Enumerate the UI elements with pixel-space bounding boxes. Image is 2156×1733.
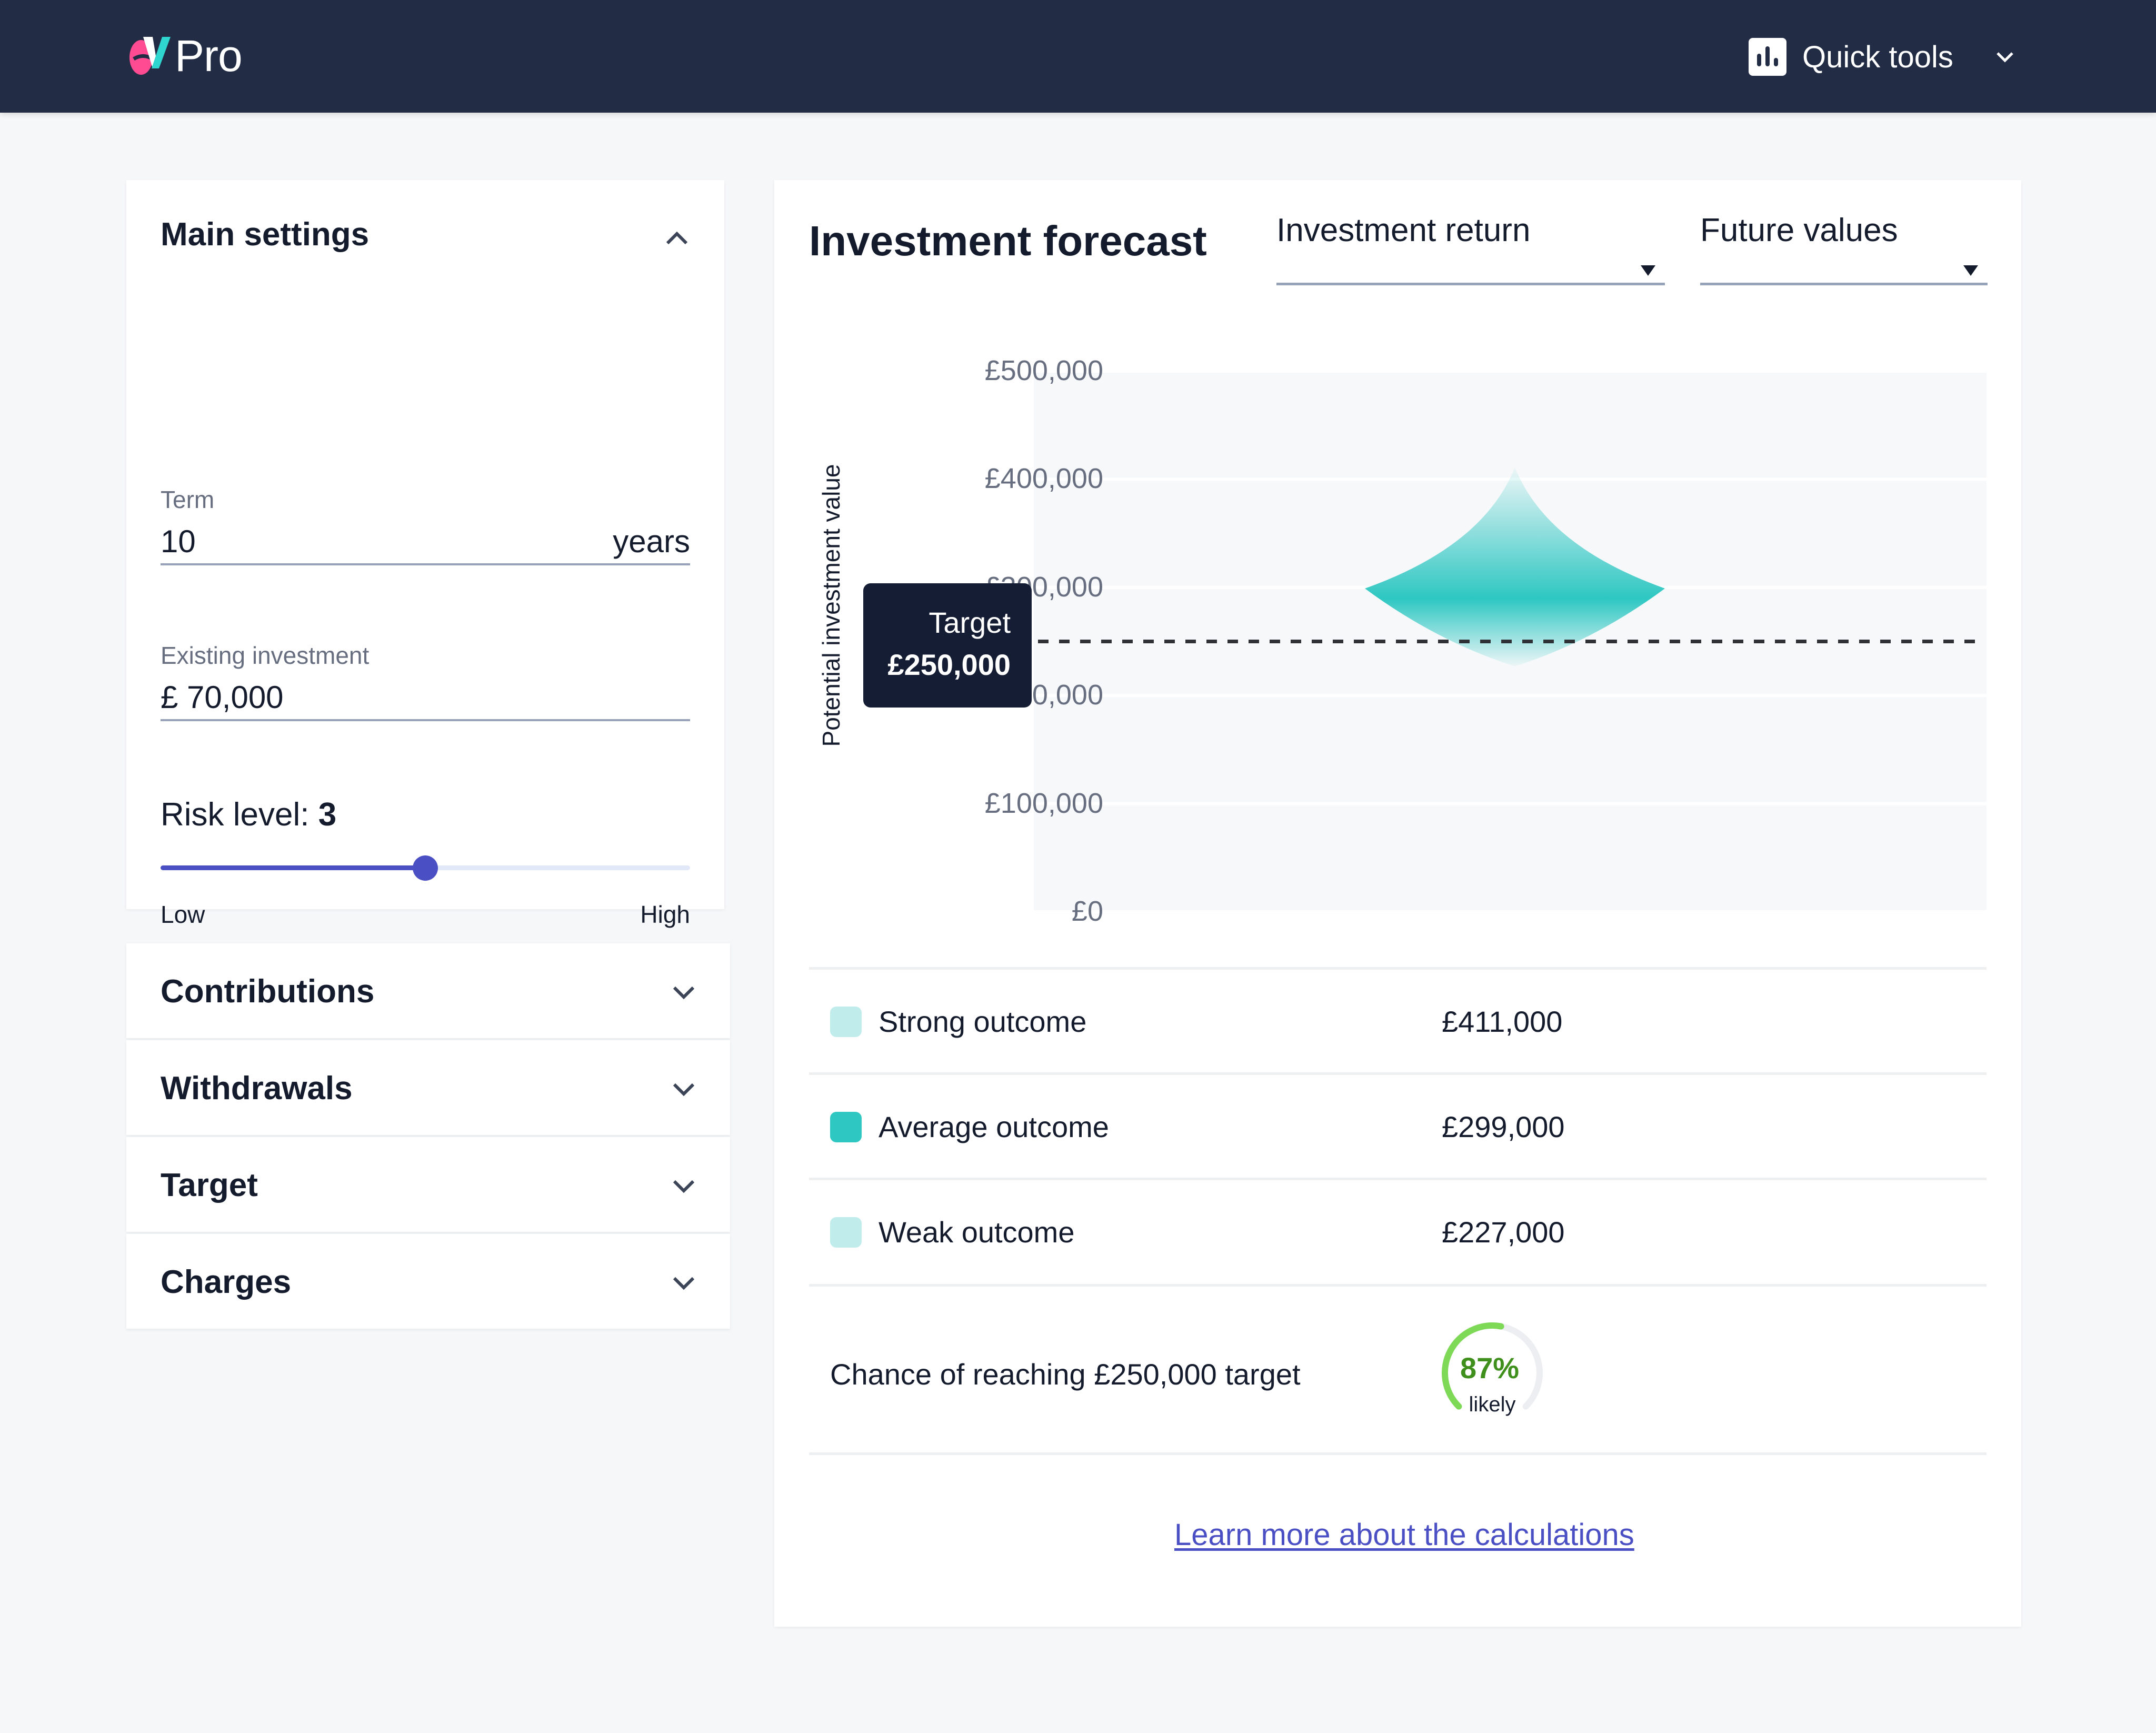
grid-band <box>1034 373 1987 478</box>
accordion-title: Contributions <box>161 973 375 1010</box>
forecast-chart: £0 £100,000 £200,000 £300,000 £400,000 £500,0… <box>774 180 2021 970</box>
risk-level-value: 3 <box>318 796 337 833</box>
existing-investment-value[interactable]: £ 70,000 <box>161 679 284 715</box>
risk-level-label: Risk level: 3 <box>161 796 336 833</box>
term-label: Term <box>161 486 215 513</box>
chevron-down-icon <box>673 1277 695 1290</box>
chevron-down-icon <box>1997 52 2013 63</box>
tooltip-value: £250,000 <box>887 648 1011 681</box>
slider-low-label: Low <box>161 901 205 928</box>
outcome-row-weak: Weak outcome £227,000 <box>809 1178 1987 1283</box>
tooltip-label: Target <box>929 606 1011 639</box>
top-navigation-bar: Pro Quick tools <box>0 0 2156 113</box>
main-settings-title: Main settings <box>161 216 370 253</box>
chance-label: Chance of reaching £250,000 target <box>830 1358 1301 1391</box>
term-input[interactable]: 10 years <box>161 523 690 565</box>
outcome-value: £299,000 <box>1442 1110 1565 1143</box>
legend-swatch <box>830 1217 862 1248</box>
slider-high-label: High <box>640 901 690 928</box>
term-unit: years <box>613 524 690 559</box>
evpro-logo[interactable]: Pro <box>125 31 243 81</box>
gauge-word: likely <box>1469 1393 1516 1416</box>
chevron-down-icon <box>673 1083 695 1097</box>
accordion-title: Target <box>161 1167 258 1203</box>
gauge-percent: 87% <box>1460 1351 1520 1385</box>
grid-band <box>1034 697 1987 802</box>
existing-investment-input[interactable]: £ 70,000 <box>161 679 690 721</box>
risk-level-text: Risk level: <box>161 796 310 833</box>
chance-of-target-row: Chance of reaching £250,000 target 87% l… <box>809 1284 1987 1455</box>
accordion-target[interactable]: Target <box>126 1137 730 1232</box>
investment-forecast-panel: Investment forecast Investment return Fu… <box>774 180 2021 1627</box>
outcome-value: £411,000 <box>1442 1005 1563 1038</box>
accordion-withdrawals[interactable]: Withdrawals <box>126 1040 730 1135</box>
accordion-charges[interactable]: Charges <box>126 1234 730 1329</box>
logo-text: Pro <box>175 31 243 81</box>
grid-band <box>1034 805 1987 910</box>
outcome-row-average: Average outcome £299,000 <box>809 1072 1987 1178</box>
y-axis-label: Potential investment value <box>817 464 845 747</box>
chevron-down-icon <box>673 1180 695 1193</box>
existing-investment-label: Existing investment <box>161 642 370 669</box>
y-tick-label: £100,000 <box>984 787 1103 819</box>
bar-chart-icon <box>1749 38 1786 76</box>
outcome-label: Strong outcome <box>879 1005 1087 1038</box>
outcome-label: Average outcome <box>879 1110 1109 1143</box>
accordion-contributions[interactable]: Contributions <box>126 943 730 1038</box>
y-tick-label: £400,000 <box>984 463 1103 495</box>
legend-swatch <box>830 1112 862 1142</box>
learn-more-link[interactable]: Learn more about the calculations <box>1174 1517 1634 1552</box>
outcome-value: £227,000 <box>1442 1216 1565 1249</box>
y-tick-label: £0 <box>1071 895 1103 927</box>
target-tooltip: Target £250,000 <box>863 583 1032 708</box>
ev-logo-mark-icon <box>129 37 171 75</box>
chevron-up-icon[interactable] <box>662 224 692 254</box>
main-settings-panel: Main settings Term 10 years Existing inv… <box>126 180 724 1038</box>
chevron-down-icon <box>673 986 695 1000</box>
term-field: Term 10 years <box>161 485 690 565</box>
slider-thumb[interactable] <box>413 855 438 881</box>
risk-level-slider[interactable] <box>161 855 690 881</box>
existing-investment-field: Existing investment £ 70,000 <box>161 641 690 721</box>
forecast-chart-svg <box>1034 373 1987 910</box>
quick-tools-label: Quick tools <box>1802 39 1953 74</box>
accordion-title: Charges <box>161 1264 292 1300</box>
accordion-title: Withdrawals <box>161 1070 353 1107</box>
outcome-label: Weak outcome <box>879 1216 1075 1249</box>
y-tick-label: £500,000 <box>984 355 1103 386</box>
likelihood-gauge: 87% likely <box>1440 1320 1550 1431</box>
outcome-row-strong: Strong outcome £411,000 <box>809 967 1987 1072</box>
quick-tools-menu[interactable]: Quick tools <box>1749 38 2017 76</box>
term-value[interactable]: 10 <box>161 523 196 560</box>
slider-fill <box>161 865 425 870</box>
legend-swatch <box>830 1007 862 1037</box>
